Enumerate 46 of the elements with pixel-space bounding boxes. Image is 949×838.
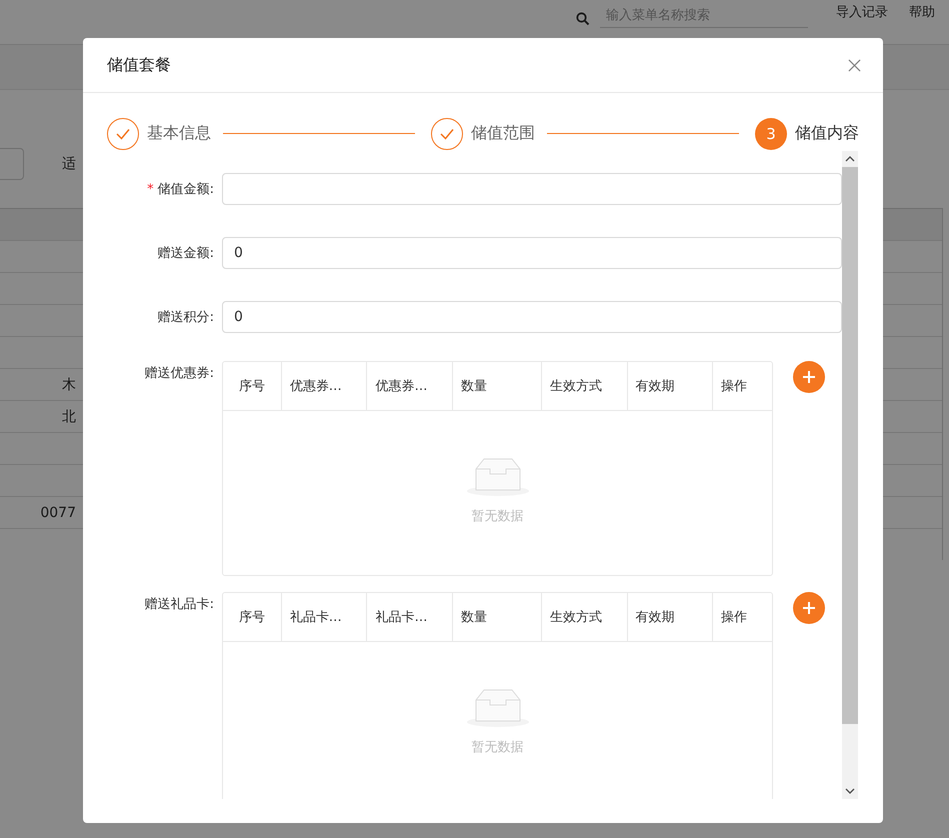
step-label: 储值范围 [471, 123, 535, 144]
header-link[interactable]: 帮助 [909, 3, 935, 21]
field-label: 赠送积分: [158, 310, 214, 325]
column-header: 有效期 [626, 593, 712, 641]
column-header: 优惠券… [280, 362, 366, 410]
field-label: 储值金额: [158, 182, 214, 197]
field-label: 赠送金额: [158, 246, 214, 261]
table-cell: 北 [62, 408, 76, 426]
column-header: 礼品卡… [280, 593, 366, 641]
scrollbar[interactable] [842, 151, 858, 799]
field-label: 赠送礼品卡: [144, 596, 215, 613]
column-header: 序号 [238, 378, 266, 396]
column-header: 操作 [712, 593, 772, 641]
column-header: 操作 [712, 362, 772, 410]
table-cell: 木 [62, 376, 76, 394]
close-icon[interactable] [848, 58, 861, 72]
step-label: 储值内容 [795, 123, 859, 144]
filter-field[interactable] [0, 148, 24, 180]
column-header: 生效方式 [540, 593, 626, 641]
column-header: 数量 [452, 593, 541, 641]
dialog-title: 储值套餐 [107, 54, 171, 76]
step-label: 基本信息 [147, 123, 211, 144]
empty-box-icon [466, 457, 530, 497]
required-mark: * [147, 182, 154, 197]
add-button[interactable] [793, 592, 825, 624]
header-link[interactable]: 导入记录 [836, 3, 888, 21]
search-icon [576, 12, 590, 26]
empty-text: 暂无数据 [472, 739, 524, 756]
filter-label: 适 [62, 155, 76, 173]
empty-box-icon [466, 688, 530, 728]
empty-text: 暂无数据 [472, 508, 524, 525]
input-field[interactable]: 0 [222, 301, 842, 333]
column-header: 数量 [452, 362, 541, 410]
table-cell: 0077 [40, 504, 76, 520]
plus-icon [802, 601, 816, 615]
step-number: 3 [755, 118, 787, 150]
input-field[interactable] [222, 173, 842, 205]
column-header: 有效期 [626, 362, 712, 410]
add-button[interactable] [793, 361, 825, 393]
column-header: 序号 [238, 609, 266, 627]
input-field[interactable]: 0 [222, 237, 842, 269]
field-label: 赠送优惠券: [144, 365, 215, 382]
column-header: 生效方式 [540, 362, 626, 410]
plus-icon [802, 370, 816, 384]
column-header: 优惠券… [366, 362, 452, 410]
column-header: 礼品卡… [366, 593, 452, 641]
